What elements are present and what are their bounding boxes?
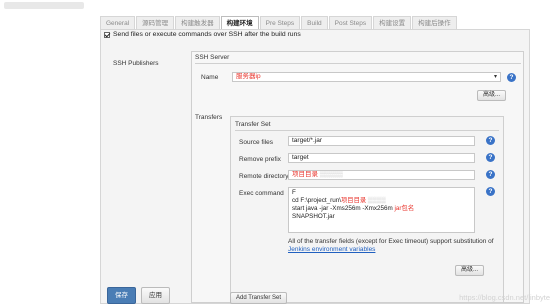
breadcrumb	[4, 2, 84, 9]
apply-button[interactable]: 应用	[141, 287, 170, 304]
send-files-option[interactable]: Send files or execute commands over SSH …	[104, 31, 301, 38]
tab-general[interactable]: General	[100, 16, 136, 29]
remove-prefix-label: Remove prefix	[239, 156, 281, 163]
exec-cd: cd F:\project_run\	[292, 197, 341, 204]
ssh-server-heading: SSH Server	[195, 54, 230, 61]
tab-build-environment[interactable]: 构建环境	[220, 16, 259, 29]
help-icon[interactable]: ?	[486, 136, 495, 145]
name-label: Name	[201, 74, 219, 81]
build-environment-pane: Send files or execute commands over SSH …	[100, 29, 530, 304]
note-text: All of the transfer fields (except for E…	[288, 238, 494, 245]
exec-project-dir: 项目目录	[341, 197, 367, 204]
chevron-down-icon: ▾	[493, 74, 497, 80]
exec-java: start java -jar -Xms256m -Xmx256m	[292, 205, 393, 212]
server-name-value: 服务器ip	[236, 73, 261, 80]
ssh-server-divider	[195, 63, 521, 64]
transfer-set-block: Transfer Set Source files target/*.jar ?…	[230, 116, 504, 304]
send-files-checkbox[interactable]	[104, 31, 110, 38]
exec-line-2: cd F:\project_run\项目目录 ▒▒▒▒	[292, 197, 471, 205]
ssh-publisher-block: SSH Server Name 服务器ip ▾ ? 高级... Transfer…	[191, 51, 524, 304]
exec-line-1: F	[292, 189, 296, 196]
tab-post-steps[interactable]: Post Steps	[328, 16, 373, 29]
exec-snapshot: SNAPSHOT.jar	[292, 213, 335, 220]
browser-topbar	[0, 0, 554, 14]
transfer-advanced-button[interactable]: 高级...	[455, 265, 485, 276]
job-config-page: General 源码管理 构建触发器 构建环境 Pre Steps Build …	[100, 14, 532, 304]
tab-pre-steps[interactable]: Pre Steps	[259, 16, 301, 29]
tab-post-build-actions[interactable]: 构建后操作	[412, 16, 457, 29]
exec-line-3: start java -jar -Xms256m -Xmx256m jar包名	[292, 205, 471, 213]
watermark: https://blog.csdn.net/linbyte	[459, 293, 550, 302]
help-icon[interactable]: ?	[486, 170, 495, 179]
exec-line-4: SNAPSHOT.jar	[292, 213, 471, 221]
tab-build-settings[interactable]: 构建设置	[373, 16, 412, 29]
send-files-label: Send files or execute commands over SSH …	[113, 31, 301, 38]
remote-directory-value: 项目目录	[292, 171, 318, 178]
tab-build[interactable]: Build	[301, 16, 328, 29]
save-button[interactable]: 保存	[107, 287, 136, 304]
add-transfer-set-button[interactable]: Add Transfer Set	[230, 292, 288, 304]
substitution-note: All of the transfer fields (except for E…	[288, 238, 498, 254]
tab-triggers[interactable]: 构建触发器	[175, 16, 220, 29]
remote-directory-input[interactable]: 项目目录 ▒▒▒▒▒	[288, 170, 475, 180]
remote-directory-label: Remote directory	[239, 173, 289, 180]
help-icon[interactable]: ?	[507, 73, 516, 82]
exec-jar-name: jar包名	[394, 205, 415, 212]
exec-command-label: Exec command	[239, 190, 284, 197]
help-icon[interactable]: ?	[486, 187, 495, 196]
tab-scm[interactable]: 源码管理	[136, 16, 175, 29]
exec-command-textarea[interactable]: F cd F:\project_run\项目目录 ▒▒▒▒ start java…	[288, 187, 475, 233]
blurred-text: ▒▒▒▒▒	[319, 171, 343, 178]
server-name-select[interactable]: 服务器ip ▾	[232, 72, 501, 82]
transfers-label: Transfers	[195, 114, 223, 121]
help-icon[interactable]: ?	[486, 153, 495, 162]
transfer-set-heading: Transfer Set	[235, 121, 271, 128]
source-files-input[interactable]: target/*.jar	[288, 136, 475, 146]
blurred-text: ▒▒▒▒	[366, 197, 386, 204]
transfer-set-divider	[235, 130, 499, 131]
server-advanced-button[interactable]: 高级...	[477, 90, 507, 101]
source-files-label: Source files	[239, 139, 273, 146]
jenkins-env-link[interactable]: Jenkins environment variables	[288, 246, 375, 253]
remove-prefix-input[interactable]: target	[288, 153, 475, 163]
ssh-publishers-label: SSH Publishers	[113, 60, 159, 67]
config-tabs: General 源码管理 构建触发器 构建环境 Pre Steps Build …	[100, 16, 458, 29]
